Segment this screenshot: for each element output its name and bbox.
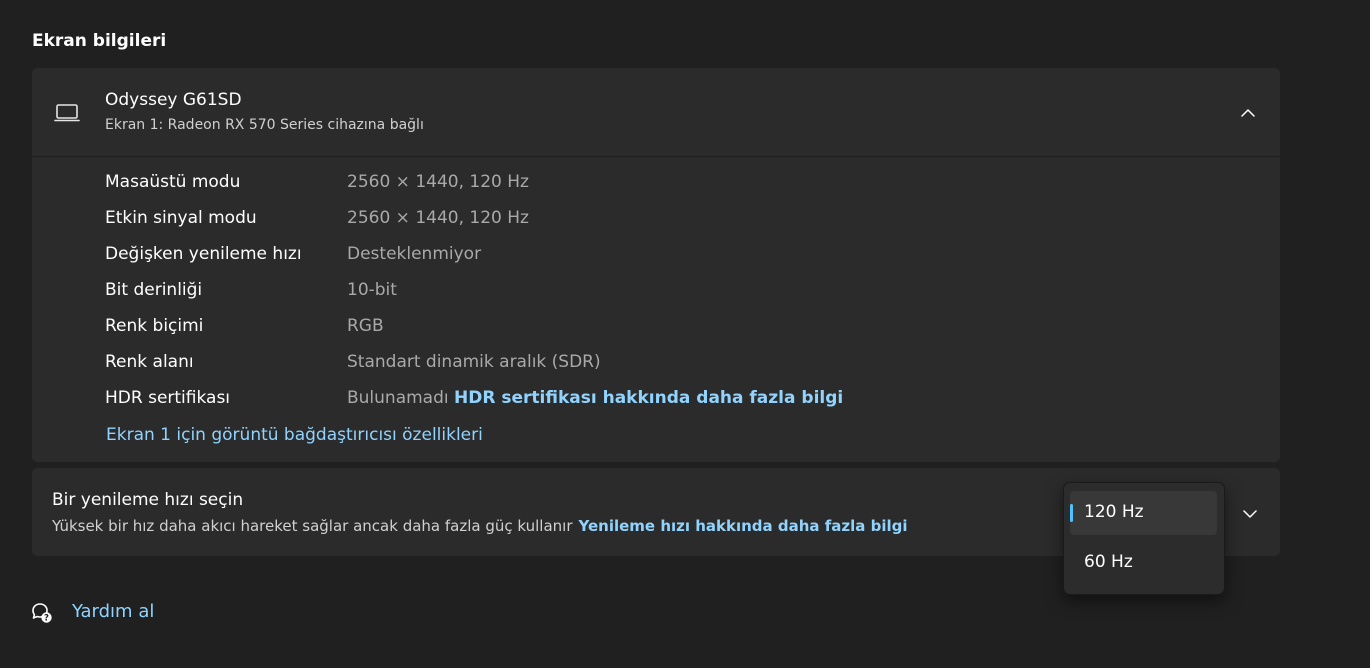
refresh-rate-subtitle: Yüksek bir hız daha akıcı hareket sağlar… [52,517,908,535]
chevron-down-icon [1243,509,1257,518]
hdr-info-link[interactable]: HDR sertifikası hakkında daha fazla bilg… [454,388,843,408]
refresh-rate-info-link[interactable]: Yenileme hızı hakkında daha fazla bilgi [579,517,908,535]
device-connection-subtitle: Ekran 1: Radeon RX 570 Series cihazına b… [105,117,424,133]
help-chat-icon: ? [32,603,52,624]
option-label: 120 Hz [1084,502,1144,522]
hdr-status-value: Bulunamadı [347,388,449,408]
info-value: Desteklenmiyor [347,244,482,264]
svg-text:?: ? [44,614,49,624]
info-label: Etkin sinyal modu [105,208,257,228]
info-value: 2560 × 1440, 120 Hz [347,172,529,192]
info-value-with-link: Bulunamadı HDR sertifikası hakkında daha… [347,388,843,408]
chevron-up-icon [1241,108,1255,117]
display-adapter-properties-link[interactable]: Ekran 1 için görüntü bağdaştırıcısı özel… [106,425,483,445]
display-card-header[interactable]: Odyssey G61SD Ekran 1: Radeon RX 570 Ser… [32,68,1280,157]
selection-indicator [1070,504,1073,522]
info-label: Renk alanı [105,352,194,372]
info-value: 10-bit [347,280,397,300]
refresh-rate-description: Yüksek bir hız daha akıcı hareket sağlar… [52,517,573,535]
info-label: Masaüstü modu [105,172,241,192]
refresh-rate-title: Bir yenileme hızı seçin [52,490,244,510]
refresh-rate-dropdown-list: 120 Hz 60 Hz [1063,482,1225,595]
display-info-card: Odyssey G61SD Ekran 1: Radeon RX 570 Ser… [32,68,1280,462]
option-label: 60 Hz [1084,552,1133,572]
info-label: HDR sertifikası [105,388,231,408]
collapse-button[interactable] [1234,98,1262,126]
info-label: Bit derinliği [105,280,203,300]
info-value: Standart dinamik aralık (SDR) [347,352,601,372]
info-label: Renk biçimi [105,316,204,336]
monitor-icon [54,104,80,122]
info-value: 2560 × 1440, 120 Hz [347,208,529,228]
info-label: Değişken yenileme hızı [105,244,302,264]
device-name: Odyssey G61SD [105,90,242,110]
help-label: Yardım al [72,601,155,622]
refresh-rate-option-120[interactable]: 120 Hz [1070,491,1217,535]
info-value: RGB [347,316,384,336]
section-title: Ekran bilgileri [32,31,167,51]
refresh-rate-option-60[interactable]: 60 Hz [1070,541,1217,585]
refresh-rate-dropdown-toggle[interactable] [1236,500,1264,528]
